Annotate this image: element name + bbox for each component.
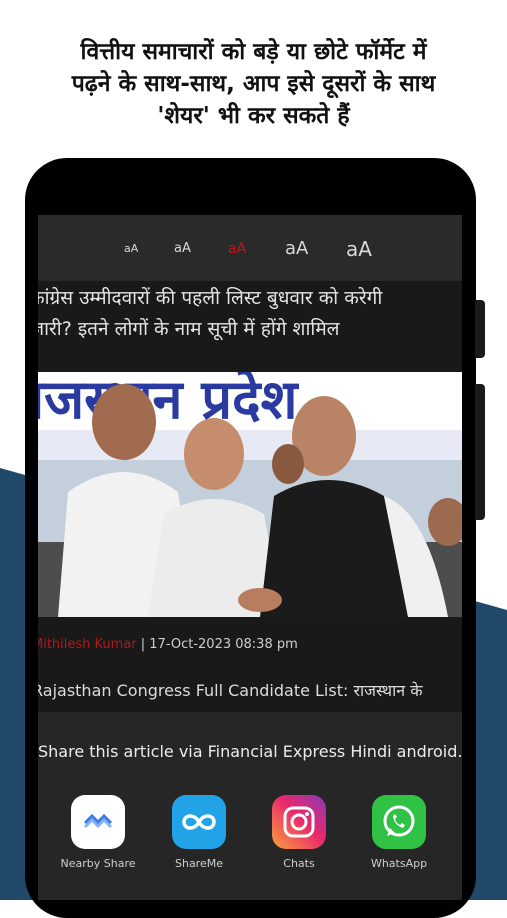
font-size-option-l[interactable]: aA (285, 215, 308, 281)
share-target-label: Nearby Share (60, 857, 136, 870)
article-teaser: Rajasthan Congress Full Candidate List: … (38, 681, 423, 700)
share-sheet-title: Share this article via Financial Express… (38, 742, 462, 761)
instagram-icon (272, 795, 326, 849)
share-target-label: ShareMe (174, 857, 223, 870)
share-target-label: WhatsApp (370, 857, 428, 870)
nearby-share-icon (71, 795, 125, 849)
font-size-toolbar: aA aA aA aA aA (38, 215, 462, 281)
font-size-option-m-selected[interactable]: aA (228, 215, 246, 281)
article-headline: कांग्रेस उम्मीदवारों की पहली लिस्ट बुधवा… (38, 287, 383, 340)
font-size-option-xs[interactable]: aA (124, 215, 138, 281)
phone-volume-button (475, 300, 485, 358)
font-size-option-s[interactable]: aA (174, 215, 191, 281)
share-target-whatsapp[interactable]: WhatsApp (359, 795, 439, 870)
share-sheet: Share this article via Financial Express… (38, 712, 462, 900)
share-target-shareme[interactable]: ShareMe (159, 795, 239, 870)
shareme-icon (172, 795, 226, 849)
article-photo-illustration: राजस्थान प्रदेश (38, 372, 462, 617)
phone-screen: aA aA aA aA aA कांग्रेस उम्मीदवारों की प… (38, 215, 462, 900)
article-byline: Mithilesh Kumar | 17-Oct-2023 08:38 pm (38, 637, 298, 652)
share-target-nearby-share[interactable]: Nearby Share (58, 795, 138, 870)
share-target-label: Chats (283, 857, 315, 870)
whatsapp-icon (372, 795, 426, 849)
article-photo: राजस्थान प्रदेश (38, 372, 462, 617)
phone-power-button (475, 384, 485, 520)
photo-banner-text: राजस्थान प्रदेश (38, 372, 300, 431)
author-name[interactable]: Mithilesh Kumar (38, 637, 137, 652)
share-target-instagram-chats[interactable]: Chats (259, 795, 339, 870)
promo-title: वित्तीय समाचारों को बड़े या छोटे फॉर्मेट… (71, 39, 436, 129)
font-size-option-xl[interactable]: aA (346, 215, 372, 281)
publish-date: | 17-Oct-2023 08:38 pm (140, 637, 298, 652)
